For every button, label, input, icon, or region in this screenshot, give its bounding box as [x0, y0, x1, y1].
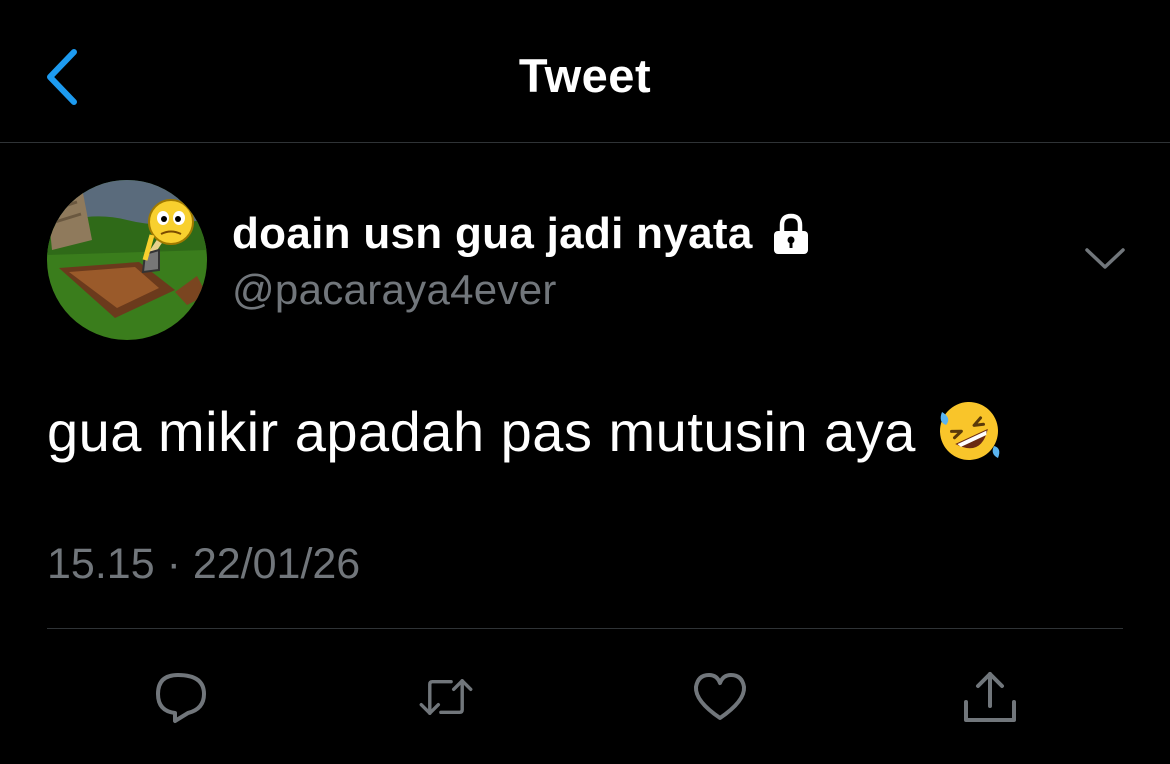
- user-handle[interactable]: @pacaraya4ever: [232, 266, 557, 314]
- retweet-icon[interactable]: [417, 668, 475, 726]
- tweet-time: 15.15: [47, 540, 155, 588]
- chevron-down-icon[interactable]: [1084, 244, 1126, 274]
- rolling-on-floor-laughing-emoji-icon: [939, 402, 1000, 460]
- divider: [47, 628, 1123, 629]
- display-name[interactable]: doain usn gua jadi nyata: [232, 209, 753, 259]
- share-icon[interactable]: [961, 668, 1019, 726]
- timestamp-separator: ·: [166, 540, 181, 588]
- reply-icon[interactable]: [152, 668, 210, 726]
- tweet-date: 22/01/26: [192, 540, 361, 588]
- top-bar: Tweet: [0, 0, 1170, 143]
- like-icon[interactable]: [691, 668, 749, 726]
- avatar[interactable]: [47, 180, 207, 340]
- page-title: Tweet: [518, 49, 652, 102]
- tweet-text: gua mikir apadah pas mutusin aya: [47, 398, 1002, 464]
- tweet-timestamp[interactable]: 15.15 · 22/01/26: [47, 540, 360, 589]
- lock-icon: [773, 213, 808, 254]
- author-name-row: doain usn gua jadi nyata: [232, 206, 813, 262]
- tweet-text-content: gua mikir apadah pas mutusin aya: [47, 399, 916, 463]
